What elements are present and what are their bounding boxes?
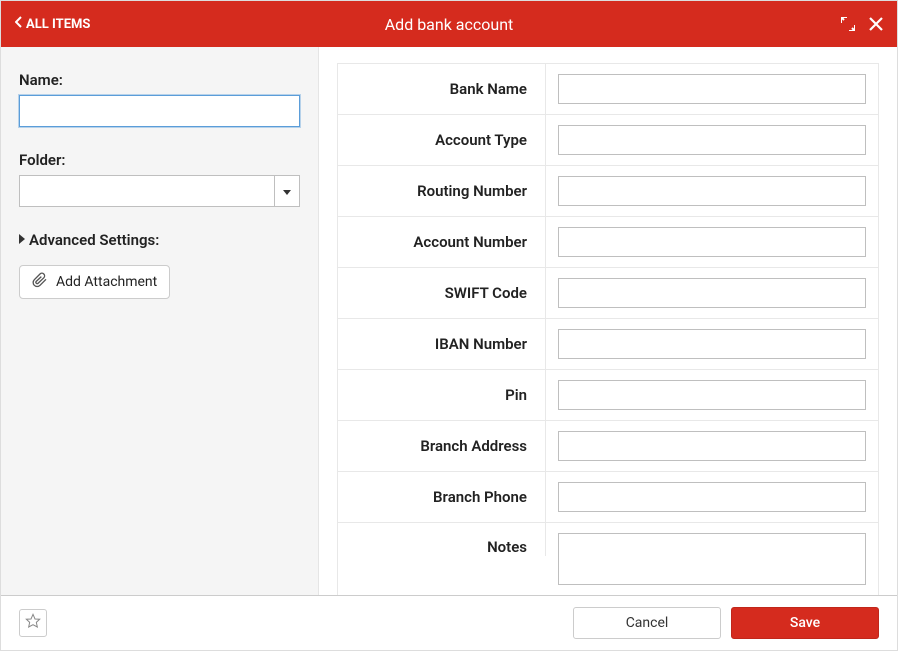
name-input[interactable] — [19, 95, 300, 127]
field-row-branch-phone: Branch Phone — [338, 472, 878, 523]
field-label: Account Number — [338, 217, 546, 267]
back-label: ALL ITEMS — [26, 17, 90, 32]
field-label: Bank Name — [338, 64, 546, 114]
iban-number-input[interactable] — [558, 329, 866, 359]
field-row-pin: Pin — [338, 370, 878, 421]
field-row-notes: Notes — [338, 523, 878, 595]
field-label: Branch Address — [338, 421, 546, 471]
star-icon — [25, 613, 41, 633]
name-label: Name: — [19, 71, 300, 89]
field-row-swift-code: SWIFT Code — [338, 268, 878, 319]
field-row-account-type: Account Type — [338, 115, 878, 166]
dialog-body: Name: Folder: Advanced Settings: Add Att… — [1, 47, 897, 596]
right-panel[interactable]: Bank Name Account Type Routing Number Ac… — [319, 47, 897, 595]
advanced-settings-toggle[interactable]: Advanced Settings: — [19, 231, 300, 249]
field-row-bank-name: Bank Name — [338, 64, 878, 115]
bank-fields-table: Bank Name Account Type Routing Number Ac… — [337, 63, 879, 595]
folder-combobox[interactable] — [19, 175, 300, 207]
field-label: Account Type — [338, 115, 546, 165]
folder-label: Folder: — [19, 151, 300, 169]
advanced-settings-label: Advanced Settings: — [29, 231, 159, 249]
folder-dropdown-toggle[interactable] — [274, 175, 300, 207]
dialog-header: ALL ITEMS Add bank account — [1, 1, 897, 47]
favorite-button[interactable] — [19, 609, 47, 637]
branch-phone-input[interactable] — [558, 482, 866, 512]
close-icon[interactable] — [869, 17, 883, 31]
account-number-input[interactable] — [558, 227, 866, 257]
field-label: SWIFT Code — [338, 268, 546, 318]
field-label: Routing Number — [338, 166, 546, 216]
header-actions — [841, 17, 883, 31]
chevron-down-icon — [283, 183, 291, 199]
footer-actions: Cancel Save — [573, 607, 879, 639]
back-to-all-items[interactable]: ALL ITEMS — [15, 16, 90, 32]
routing-number-input[interactable] — [558, 176, 866, 206]
cancel-button[interactable]: Cancel — [573, 607, 721, 639]
add-attachment-label: Add Attachment — [56, 274, 157, 290]
add-attachment-button[interactable]: Add Attachment — [19, 265, 170, 299]
swift-code-input[interactable] — [558, 278, 866, 308]
field-row-branch-address: Branch Address — [338, 421, 878, 472]
paperclip-icon — [32, 272, 48, 292]
dialog-title: Add bank account — [1, 15, 897, 34]
chevron-left-icon — [15, 16, 22, 32]
folder-value[interactable] — [19, 175, 274, 207]
field-label: Branch Phone — [338, 472, 546, 522]
notes-input[interactable] — [558, 533, 866, 585]
expand-icon[interactable] — [841, 17, 855, 31]
field-row-account-number: Account Number — [338, 217, 878, 268]
chevron-right-icon — [19, 233, 25, 247]
field-row-iban-number: IBAN Number — [338, 319, 878, 370]
field-row-routing-number: Routing Number — [338, 166, 878, 217]
save-button[interactable]: Save — [731, 607, 879, 639]
dialog-footer: Cancel Save — [1, 596, 897, 650]
branch-address-input[interactable] — [558, 431, 866, 461]
bank-name-input[interactable] — [558, 74, 866, 104]
field-label: IBAN Number — [338, 319, 546, 369]
left-panel: Name: Folder: Advanced Settings: Add Att… — [1, 47, 319, 595]
account-type-input[interactable] — [558, 125, 866, 155]
field-label: Notes — [338, 523, 546, 556]
pin-input[interactable] — [558, 380, 866, 410]
field-label: Pin — [338, 370, 546, 420]
